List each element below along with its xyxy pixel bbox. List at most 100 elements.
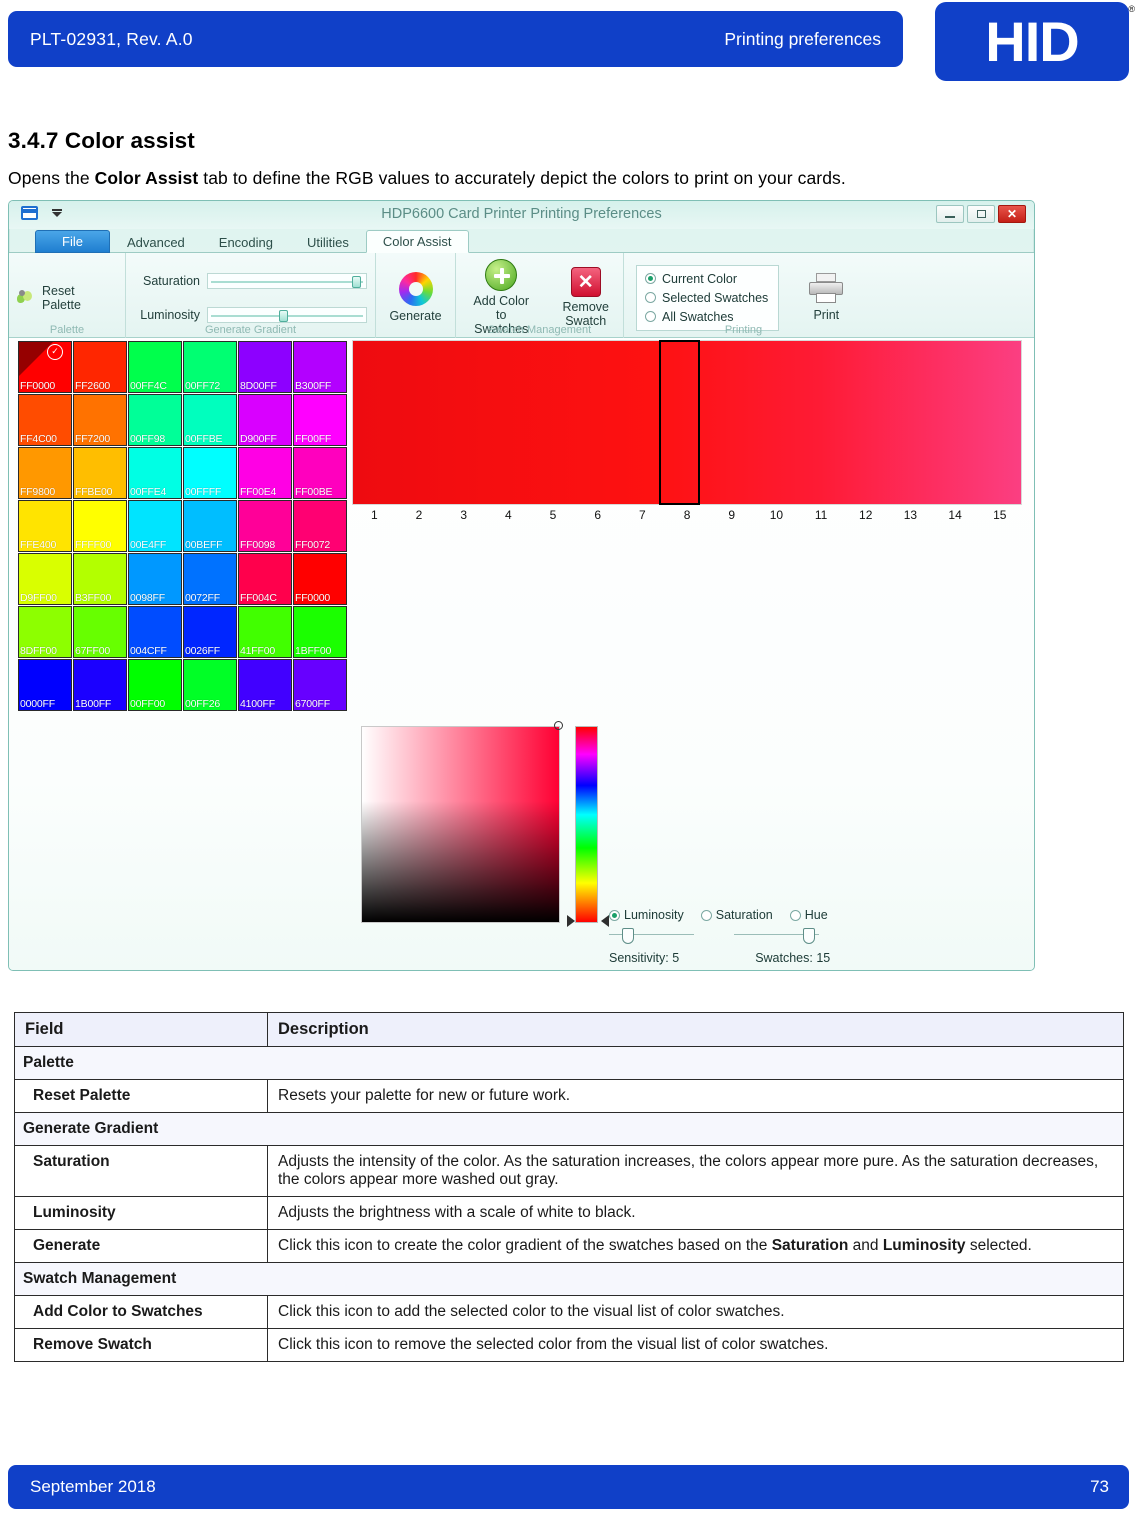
color-picker[interactable] (361, 721, 609, 927)
radio-hue[interactable]: Hue (789, 908, 828, 922)
color-swatch[interactable]: 8D00FF (238, 341, 292, 393)
table-group-label: Generate Gradient (14, 1112, 1124, 1146)
tab-color-assist[interactable]: Color Assist (365, 230, 469, 253)
section-heading: 3.4.7 Color assist (8, 128, 195, 153)
generate-button[interactable]: Generate (383, 272, 447, 323)
color-swatch[interactable]: FF00FF (293, 394, 347, 446)
luminosity-slider-thumb[interactable] (279, 309, 289, 322)
color-swatch[interactable]: FF00E4 (238, 447, 292, 499)
color-swatch[interactable]: 0000FF (18, 659, 72, 711)
radio-current-color[interactable]: Current Color (645, 272, 768, 286)
color-swatch[interactable]: 1BFF00 (293, 606, 347, 658)
tab-file[interactable]: File (35, 230, 110, 253)
print-scope-radio-group[interactable]: Current Color Selected Swatches All Swat… (636, 264, 780, 331)
gradient-tick: 13 (903, 508, 918, 522)
color-swatch[interactable]: 8DFF00 (18, 606, 72, 658)
color-swatch[interactable]: FF0000 (18, 341, 72, 393)
gradient-selected-band[interactable] (658, 340, 701, 505)
color-swatch[interactable]: FF7200 (73, 394, 127, 446)
saturation-slider[interactable] (207, 272, 367, 289)
luminosity-slider[interactable] (207, 306, 367, 323)
window-controls[interactable]: ✕ (936, 205, 1026, 223)
radio-luminosity[interactable]: Luminosity (609, 908, 684, 922)
color-swatch-label: FFBE00 (75, 486, 113, 498)
radio-all-swatches-label: All Swatches (662, 309, 734, 324)
ribbon-group-generate: Generate (375, 253, 455, 338)
color-swatch[interactable]: FF2600 (73, 341, 127, 393)
color-swatch[interactable]: FF0000 (293, 553, 347, 605)
color-swatch[interactable]: 00FF4C (128, 341, 182, 393)
saturation-slider-thumb[interactable] (352, 275, 362, 288)
gradient-tick: 12 (859, 508, 873, 522)
color-swatch[interactable]: 00E4FF (128, 500, 182, 552)
color-swatch[interactable]: FF4C00 (18, 394, 72, 446)
adjust-mode-radio-group[interactable]: Luminosity Saturation Hue (609, 908, 838, 922)
color-swatch[interactable]: 0072FF (183, 553, 237, 605)
minimize-button[interactable] (936, 205, 964, 223)
radio-all-swatches-indicator[interactable] (645, 311, 656, 322)
color-swatch[interactable]: FF0072 (293, 500, 347, 552)
color-swatch[interactable]: FF00BE (293, 447, 347, 499)
gradient-tick: 5 (549, 508, 557, 522)
sensitivity-slider[interactable] (609, 928, 694, 948)
radio-selected-swatches[interactable]: Selected Swatches (645, 291, 768, 305)
reset-palette-button[interactable]: Reset Palette (17, 284, 117, 312)
radio-all-swatches[interactable]: All Swatches (645, 310, 768, 324)
swatch-count-slider[interactable] (734, 928, 819, 948)
gradient-strip[interactable] (352, 340, 1022, 505)
ribbon-group-label-palette: Palette (49, 324, 85, 336)
color-swatch[interactable]: 0026FF (183, 606, 237, 658)
maximize-button[interactable] (967, 205, 995, 223)
color-swatch[interactable]: FF004C (238, 553, 292, 605)
sensitivity-slider-thumb[interactable] (621, 928, 634, 944)
radio-saturation-indicator[interactable] (700, 909, 712, 921)
radio-selected-swatches-indicator[interactable] (645, 292, 656, 303)
tab-encoding[interactable]: Encoding (202, 231, 290, 253)
color-swatch[interactable]: 4100FF (238, 659, 292, 711)
color-swatch-label: 00FF00 (130, 698, 165, 710)
color-swatch[interactable]: 67FF00 (73, 606, 127, 658)
hue-strip[interactable] (575, 726, 598, 923)
color-swatch[interactable]: 00BEFF (183, 500, 237, 552)
hue-marker-left-icon[interactable] (567, 915, 575, 927)
color-swatch[interactable]: D9FF00 (18, 553, 72, 605)
color-swatch[interactable]: 004CFF (128, 606, 182, 658)
picker-cursor-icon[interactable] (554, 721, 563, 730)
color-swatch[interactable]: 00FFBE (183, 394, 237, 446)
radio-luminosity-indicator[interactable] (609, 909, 620, 921)
color-swatch[interactable]: 1B00FF (73, 659, 127, 711)
saturation-slider-row: Saturation (134, 272, 367, 289)
gradient-tick: 4 (505, 508, 512, 522)
radio-saturation[interactable]: Saturation (700, 908, 773, 922)
hue-marker-right-icon[interactable] (601, 915, 609, 927)
color-swatch-grid[interactable]: FF0000 FF2600 00FF4C 00FF72 8D00FF B300FF FF4C… (18, 341, 347, 711)
radio-hue-indicator[interactable] (789, 909, 801, 921)
color-swatch[interactable]: B3FF00 (73, 553, 127, 605)
color-swatch-label: FF00E4 (240, 486, 277, 498)
color-swatch[interactable]: 0098FF (128, 553, 182, 605)
saturation-luminosity-field[interactable] (361, 721, 563, 923)
radio-current-color-indicator[interactable] (645, 273, 656, 284)
color-swatch[interactable]: 00FF72 (183, 341, 237, 393)
color-swatch[interactable]: 00FFFF (183, 447, 237, 499)
color-swatch[interactable]: 6700FF (293, 659, 347, 711)
color-swatch[interactable]: 00FFE4 (128, 447, 182, 499)
color-swatch[interactable]: FF9800 (18, 447, 72, 499)
close-button[interactable]: ✕ (998, 205, 1026, 223)
color-swatch[interactable]: FFFF00 (73, 500, 127, 552)
print-button[interactable]: Print (803, 273, 849, 322)
color-swatch[interactable]: 00FF00 (128, 659, 182, 711)
swatch-count-slider-thumb[interactable] (802, 928, 815, 944)
color-swatch[interactable]: FFE400 (18, 500, 72, 552)
remove-swatch-button[interactable]: ✕ Remove Swatch (556, 267, 615, 328)
color-swatch[interactable]: D900FF (238, 394, 292, 446)
color-swatch[interactable]: FF0098 (238, 500, 292, 552)
color-swatch[interactable]: 41FF00 (238, 606, 292, 658)
color-swatch[interactable]: FFBE00 (73, 447, 127, 499)
color-swatch[interactable]: B300FF (293, 341, 347, 393)
color-swatch[interactable]: 00FF26 (183, 659, 237, 711)
tab-advanced[interactable]: Advanced (110, 231, 202, 253)
tab-utilities[interactable]: Utilities (290, 231, 366, 253)
ribbon-tab-strip[interactable]: File Advanced Encoding Utilities Color A… (9, 229, 1034, 253)
color-swatch[interactable]: 00FF98 (128, 394, 182, 446)
